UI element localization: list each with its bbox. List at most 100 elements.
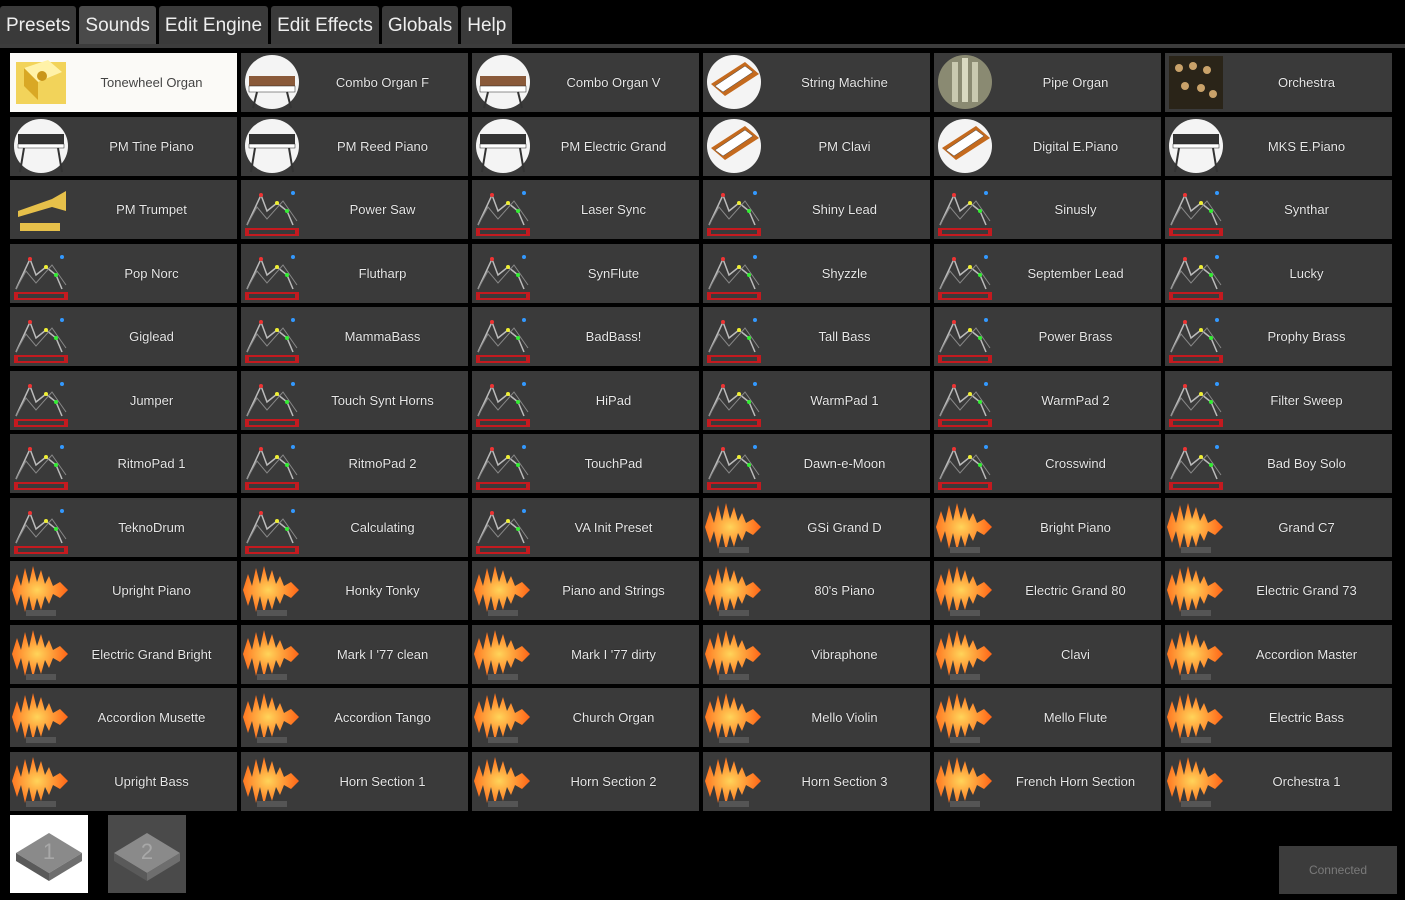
sound-tile[interactable]: Crosswind: [934, 434, 1161, 493]
sound-tile[interactable]: Orchestra: [1165, 53, 1392, 112]
sound-tile[interactable]: Giglead: [10, 307, 237, 366]
keyboard-stand-icon: [1167, 118, 1225, 175]
sound-tile[interactable]: Tonewheel Organ: [10, 53, 237, 112]
sound-tile-label: TeknoDrum: [118, 519, 185, 535]
sound-tile[interactable]: Shiny Lead: [703, 180, 930, 239]
sound-tile[interactable]: Laser Sync: [472, 180, 699, 239]
tab-help[interactable]: Help: [461, 6, 513, 44]
synth-envelope-icon: [705, 245, 763, 302]
tab-globals[interactable]: Globals: [381, 6, 459, 44]
keyboard-stand-icon: [12, 118, 70, 175]
bank-2-button[interactable]: 2: [108, 815, 186, 893]
sound-tile[interactable]: Mark I '77 dirty: [472, 624, 699, 684]
sound-tile[interactable]: Bright Piano: [934, 497, 1161, 557]
bank-1-label: 1: [43, 839, 55, 864]
sound-tile[interactable]: Church Organ: [472, 688, 699, 747]
sound-tile-label: SynFlute: [587, 265, 640, 281]
sound-tile[interactable]: 80's Piano: [703, 561, 930, 620]
sound-tile[interactable]: Accordion Tango: [241, 688, 468, 747]
sound-tile[interactable]: Calculating: [241, 497, 468, 557]
sound-tile[interactable]: Pop Norc: [10, 243, 237, 303]
sound-tile[interactable]: Bad Boy Solo: [1165, 434, 1392, 493]
tab-presets[interactable]: Presets: [0, 6, 77, 44]
sound-tile[interactable]: PM Reed Piano: [241, 116, 468, 176]
sound-tile[interactable]: Filter Sweep: [1165, 370, 1392, 430]
sound-tile[interactable]: September Lead: [934, 243, 1161, 303]
sound-tile[interactable]: Electric Grand 73: [1165, 561, 1392, 620]
sound-tile[interactable]: TeknoDrum: [10, 497, 237, 557]
sound-tile[interactable]: Lucky: [1165, 243, 1392, 303]
sound-tile[interactable]: MKS E.Piano: [1165, 116, 1392, 176]
synth-envelope-icon: [12, 435, 70, 492]
sound-tile[interactable]: Power Brass: [934, 307, 1161, 366]
sound-tile[interactable]: Vibraphone: [703, 624, 930, 684]
sound-tile[interactable]: Synthar: [1165, 180, 1392, 239]
sound-tile[interactable]: Upright Bass: [10, 751, 237, 811]
sound-tile[interactable]: Combo Organ F: [241, 53, 468, 112]
sound-tile[interactable]: WarmPad 1: [703, 370, 930, 430]
sound-tile[interactable]: Tall Bass: [703, 307, 930, 366]
sound-tile[interactable]: SynFlute: [472, 243, 699, 303]
sound-tile[interactable]: Sinusly: [934, 180, 1161, 239]
tab-edit-engine[interactable]: Edit Engine: [158, 6, 269, 44]
sound-tile[interactable]: Horn Section 3: [703, 751, 930, 811]
sound-tile[interactable]: Prophy Brass: [1165, 307, 1392, 366]
sound-tile[interactable]: Pipe Organ: [934, 53, 1161, 112]
sound-tile[interactable]: WarmPad 2: [934, 370, 1161, 430]
sound-tile[interactable]: Mello Flute: [934, 688, 1161, 747]
sound-tile[interactable]: GSi Grand D: [703, 497, 930, 557]
sound-tile[interactable]: RitmoPad 1: [10, 434, 237, 493]
sound-tile[interactable]: Horn Section 1: [241, 751, 468, 811]
sound-tile-label: 80's Piano: [814, 583, 875, 598]
sound-tile[interactable]: Mello Violin: [703, 688, 930, 747]
sound-tile[interactable]: Horn Section 2: [472, 751, 699, 811]
tab-sounds[interactable]: Sounds: [79, 6, 156, 44]
synth-envelope-icon: [705, 372, 763, 429]
sound-tile[interactable]: Honky Tonky: [241, 561, 468, 620]
sound-tile[interactable]: Power Saw: [241, 180, 468, 239]
sound-tile[interactable]: VA Init Preset: [472, 497, 699, 557]
sound-tile[interactable]: TouchPad: [472, 434, 699, 493]
sound-tile[interactable]: Combo Organ V: [472, 53, 699, 112]
tab-edit-effects[interactable]: Edit Effects: [271, 6, 379, 44]
sound-tile-label: Church Organ: [572, 710, 655, 725]
sample-waveform-icon: [705, 562, 763, 619]
sound-tile[interactable]: Electric Grand Bright: [10, 624, 237, 684]
sound-tile[interactable]: Flutharp: [241, 243, 468, 303]
sound-tile[interactable]: PM Tine Piano: [10, 116, 237, 176]
sound-tile-label: Bad Boy Solo: [1267, 456, 1346, 471]
sound-tile[interactable]: Digital E.Piano: [934, 116, 1161, 176]
bank-1-button[interactable]: 1: [10, 815, 88, 893]
sound-tile[interactable]: Orchestra 1: [1165, 751, 1392, 811]
sound-tile[interactable]: RitmoPad 2: [241, 434, 468, 493]
sample-waveform-icon: [474, 626, 532, 683]
sound-tile-label: Shiny Lead: [811, 202, 878, 217]
sound-tile[interactable]: Dawn-e-Moon: [703, 434, 930, 493]
sound-tile[interactable]: Shyzzle: [703, 243, 930, 303]
sound-tile[interactable]: Electric Grand 80: [934, 561, 1161, 620]
pipe-organ-icon: [936, 54, 994, 111]
sound-tile[interactable]: Clavi: [934, 624, 1161, 684]
sound-tile[interactable]: HiPad: [472, 370, 699, 430]
sound-tile[interactable]: Accordion Musette: [10, 688, 237, 747]
sound-tile[interactable]: Accordion Master: [1165, 624, 1392, 684]
sound-tile[interactable]: String Machine: [703, 53, 930, 112]
sound-tile[interactable]: MammaBass: [241, 307, 468, 366]
connected-button[interactable]: Connected: [1279, 846, 1397, 894]
sound-tile[interactable]: Touch Synt Horns: [241, 370, 468, 430]
sample-waveform-icon: [705, 499, 763, 556]
sound-tile-label: Honky Tonky: [345, 583, 420, 598]
sound-tile[interactable]: Grand C7: [1165, 497, 1392, 557]
sound-tile[interactable]: Upright Piano: [10, 561, 237, 620]
sound-tile[interactable]: BadBass!: [472, 307, 699, 366]
sample-waveform-icon: [243, 753, 301, 810]
sound-tile[interactable]: French Horn Section: [934, 751, 1161, 811]
sound-tile[interactable]: PM Clavi: [703, 116, 930, 176]
sound-tile[interactable]: Piano and Strings: [472, 561, 699, 620]
sound-tile[interactable]: Electric Bass: [1165, 688, 1392, 747]
sound-tile[interactable]: PM Trumpet: [10, 180, 237, 239]
sound-tile-label: HiPad: [595, 392, 632, 408]
sound-tile[interactable]: Mark I '77 clean: [241, 624, 468, 684]
sound-tile[interactable]: Jumper: [10, 370, 237, 430]
sound-tile[interactable]: PM Electric Grand: [472, 116, 699, 176]
